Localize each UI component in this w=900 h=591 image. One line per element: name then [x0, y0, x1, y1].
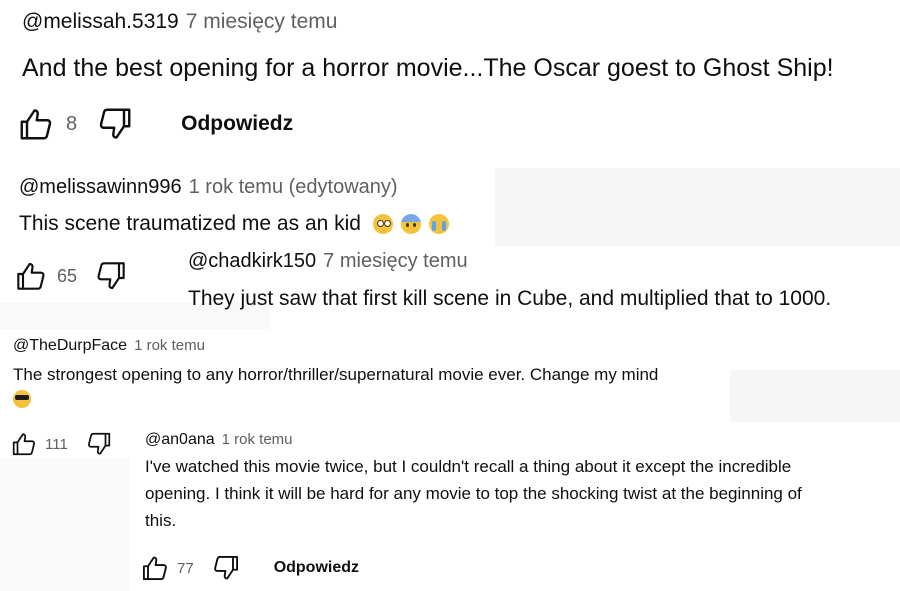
comment-text-content: This scene traumatized me as an kid — [19, 212, 361, 235]
dislike-icon[interactable] — [212, 554, 240, 582]
comment-block: @melissawinn996 1 rok temu (edytowany) T… — [19, 176, 449, 236]
comment-actions: 65 — [15, 260, 127, 292]
sunglasses-face-emoji — [13, 390, 31, 408]
comment-author[interactable]: @melissah.5319 — [22, 10, 179, 34]
comment-text: They just saw that first kill scene in C… — [188, 287, 832, 310]
comment-block: @an0ana 1 rok temu I've watched this mov… — [145, 431, 802, 534]
like-icon[interactable] — [11, 431, 37, 457]
fearful-face-emoji — [401, 214, 421, 234]
comment-text-line: opening. I think it will be hard for any… — [145, 484, 802, 503]
comment-author[interactable]: @an0ana — [145, 431, 215, 449]
flushed-face-emoji — [373, 214, 393, 234]
comment-author[interactable]: @melissawinn996 — [19, 176, 182, 199]
dislike-icon[interactable] — [86, 431, 112, 457]
comment-text: The strongest opening to any horror/thri… — [13, 365, 659, 384]
comment-block: @chadkirk150 7 miesięcy temu They just s… — [188, 250, 831, 311]
like-icon[interactable] — [141, 554, 169, 582]
like-count: 111 — [45, 435, 68, 453]
comment-author[interactable]: @TheDurpFace — [13, 337, 127, 355]
comment-timestamp[interactable]: 1 rok temu — [134, 337, 205, 354]
reply-button[interactable]: Odpowiedz — [181, 112, 293, 136]
comment-timestamp[interactable]: 7 miesięcy temu — [186, 10, 338, 34]
like-count: 8 — [66, 112, 78, 135]
comment-text-line: this. — [145, 511, 177, 530]
like-icon[interactable] — [15, 260, 47, 292]
comment-timestamp[interactable]: 7 miesięcy temu — [323, 250, 468, 273]
comment-block: @TheDurpFace 1 rok temu The strongest op… — [13, 337, 658, 408]
comment-actions: 77 Odpowiedz — [141, 554, 359, 582]
comment-actions: 8 Odpowiedz — [18, 106, 293, 142]
background-strip — [0, 458, 130, 591]
crying-face-emoji — [429, 214, 449, 234]
comment-author[interactable]: @chadkirk150 — [188, 250, 316, 273]
comment-text: And the best opening for a horror movie.… — [22, 54, 834, 82]
comment-text: I've watched this movie twice, but I cou… — [145, 453, 802, 534]
like-icon[interactable] — [18, 106, 54, 142]
comment-actions: 111 — [11, 431, 112, 457]
comment-timestamp[interactable]: 1 rok temu — [222, 431, 293, 448]
like-count: 77 — [177, 559, 194, 577]
background-strip — [730, 370, 900, 422]
comment-text-line: I've watched this movie twice, but I cou… — [145, 457, 792, 476]
comment-block: @melissah.5319 7 miesięcy temu And the b… — [22, 10, 834, 83]
dislike-icon[interactable] — [95, 260, 127, 292]
background-strip — [495, 168, 900, 246]
comment-timestamp[interactable]: 1 rok temu (edytowany) — [189, 176, 398, 199]
reply-button[interactable]: Odpowiedz — [274, 559, 359, 577]
dislike-icon[interactable] — [97, 106, 133, 142]
like-count: 65 — [57, 265, 78, 286]
comment-text: This scene traumatized me as an kid — [19, 212, 449, 236]
